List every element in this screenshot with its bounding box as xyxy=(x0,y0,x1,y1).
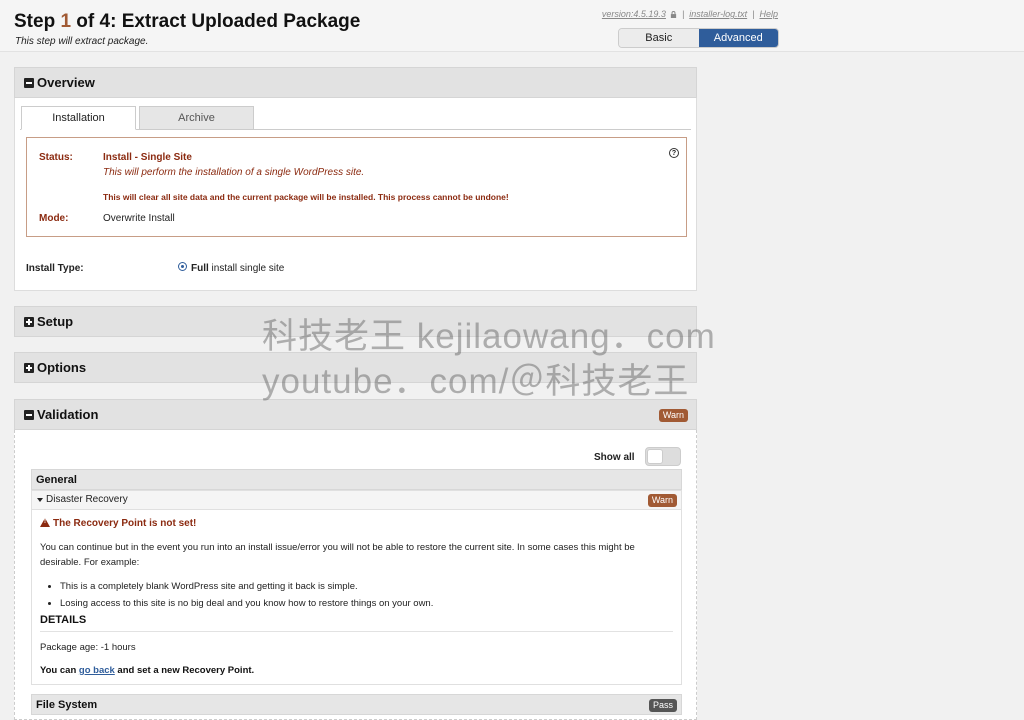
list-item: This is a completely blank WordPress sit… xyxy=(60,578,433,595)
disaster-recovery-badge: Warn xyxy=(647,494,677,507)
recovery-paragraph: You can continue but in the event you ru… xyxy=(40,542,635,568)
package-age: Package age: -1 hours xyxy=(40,642,136,653)
disaster-recovery-title: Disaster Recovery xyxy=(46,494,128,505)
validation-title: Validation xyxy=(37,407,99,422)
help-link[interactable]: Help xyxy=(759,9,778,19)
show-all-label: Show all xyxy=(594,452,635,463)
overview-panel-header[interactable]: Overview xyxy=(14,67,697,98)
advanced-view-button[interactable]: Advanced xyxy=(698,29,778,47)
caret-down-icon xyxy=(37,498,43,502)
page-subtitle: This step will extract package. xyxy=(15,36,149,47)
go-back-link[interactable]: go back xyxy=(79,665,115,676)
install-type-label: Install Type: xyxy=(26,263,84,274)
install-status-box: Status: Install - Single Site This will … xyxy=(26,137,687,237)
show-all-toggle[interactable] xyxy=(645,447,681,466)
warning-icon xyxy=(40,518,50,527)
link-separator: | xyxy=(752,9,755,19)
recovery-alert-text: The Recovery Point is not set! xyxy=(53,518,197,529)
expand-icon xyxy=(24,363,34,373)
install-type-bold: Full xyxy=(191,263,209,274)
disaster-recovery-header[interactable]: Disaster Recovery Warn xyxy=(31,490,682,510)
go-back-text: You can go back and set a new Recovery P… xyxy=(40,665,254,676)
tab-installation[interactable]: Installation xyxy=(21,106,136,130)
file-system-badge: Pass xyxy=(648,699,677,712)
expand-icon xyxy=(24,317,34,327)
tab-archive[interactable]: Archive xyxy=(139,106,254,130)
help-icon[interactable]: ? xyxy=(669,148,679,158)
version-link[interactable]: version:4.5.19.3 xyxy=(602,9,666,19)
toggle-knob xyxy=(647,449,663,464)
mode-label: Mode: xyxy=(39,213,69,224)
status-value: Install - Single Site xyxy=(103,152,192,163)
general-section-header[interactable]: General xyxy=(31,469,682,490)
validation-status-badge: Warn xyxy=(658,409,688,422)
details-divider xyxy=(40,631,673,632)
file-system-title: File System xyxy=(36,699,98,711)
recovery-examples-list: This is a completely blank WordPress sit… xyxy=(40,578,433,612)
overview-title: Overview xyxy=(37,75,95,90)
disaster-recovery-body: The Recovery Point is not set! You can c… xyxy=(31,510,682,685)
collapse-icon xyxy=(24,410,34,420)
mode-value: Overwrite Install xyxy=(103,213,175,224)
view-mode-toggle: Basic Advanced xyxy=(618,28,779,48)
install-type-radio[interactable] xyxy=(178,262,187,271)
header-links: version:4.5.19.3 | installer-log.txt | Help xyxy=(602,9,778,19)
installer-log-link[interactable]: installer-log.txt xyxy=(689,9,747,19)
file-system-section-header[interactable]: File System Pass xyxy=(31,694,682,715)
status-label: Status: xyxy=(39,152,73,163)
title-suffix: of 4: Extract Uploaded Package xyxy=(71,11,361,32)
details-heading: DETAILS xyxy=(40,614,87,626)
list-item: Losing access to this site is no big dea… xyxy=(60,595,433,612)
validation-panel-body: Show all General Disaster Recovery Warn … xyxy=(14,430,697,720)
install-type-rest: install single site xyxy=(208,263,285,274)
overwrite-warning: This will clear all site data and the cu… xyxy=(103,192,509,202)
step-number: 1 xyxy=(60,11,72,32)
general-title: General xyxy=(36,474,77,486)
watermark-line-1: 科技老王 kejilaowang．com xyxy=(262,317,716,356)
recovery-point-alert: The Recovery Point is not set! xyxy=(40,518,196,529)
header-bar: Step 1 of 4: Extract Uploaded Package Th… xyxy=(0,0,1024,52)
install-type-option: Full install single site xyxy=(191,263,284,274)
options-title: Options xyxy=(37,360,87,375)
status-description: This will perform the installation of a … xyxy=(103,167,365,178)
go-back-suffix: and set a new Recovery Point. xyxy=(114,665,255,676)
watermark-line-2: youtube．com/＠科技老王 xyxy=(262,362,690,401)
overview-panel-body: Archive Installation Status: Install - S… xyxy=(14,98,697,291)
setup-title: Setup xyxy=(37,314,74,329)
go-back-prefix: You can xyxy=(40,665,79,676)
collapse-icon xyxy=(24,78,34,88)
basic-view-button[interactable]: Basic xyxy=(619,29,699,47)
page-title: Step 1 of 4: Extract Uploaded Package xyxy=(14,11,360,33)
link-separator: | xyxy=(681,9,685,19)
title-prefix: Step xyxy=(14,11,61,32)
lock-icon xyxy=(670,11,677,18)
